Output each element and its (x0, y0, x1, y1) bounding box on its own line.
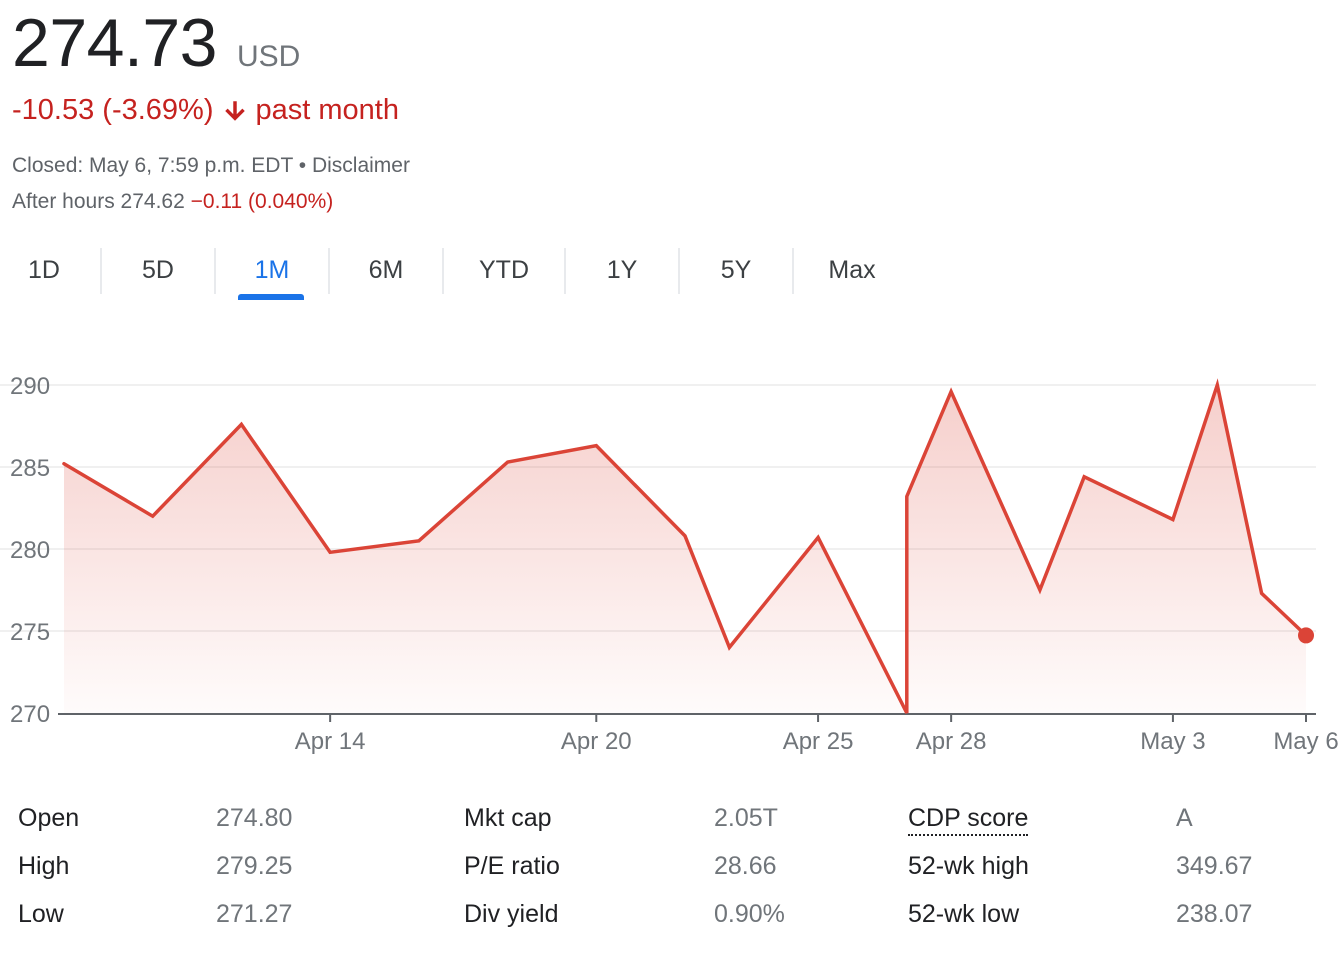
stat-value-52wk-low: 238.07 (1176, 900, 1253, 928)
stat-label-div-yield: Div yield (464, 900, 559, 928)
tab-5y[interactable]: 5Y (692, 244, 780, 296)
stat-value-pe-ratio: 28.66 (714, 852, 777, 880)
data-point (816, 536, 820, 540)
after-hours-change: −0.11 (0.040%) (190, 190, 334, 213)
x-tick-label: May 6 (1273, 728, 1338, 755)
y-tick-label: 280 (10, 537, 50, 564)
stat-label-52wk-high: 52-wk high (908, 852, 1029, 880)
data-point (239, 422, 243, 426)
stat-label-high: High (18, 852, 70, 880)
data-point (62, 462, 66, 466)
price-row: 274.73 USD (12, 2, 300, 84)
stat-value-low: 271.27 (216, 900, 293, 928)
data-point (1082, 475, 1086, 479)
price-change-row: -10.53 (-3.69%) past month (12, 94, 399, 127)
disclaimer-link[interactable]: Disclaimer (312, 154, 410, 177)
y-tick-label: 270 (10, 701, 50, 728)
y-tick-label: 290 (10, 373, 50, 400)
data-point (506, 460, 510, 464)
tab-1d[interactable]: 1D (0, 244, 88, 296)
stat-value-div-yield: 0.90% (714, 900, 785, 928)
tab-divider (442, 248, 444, 294)
status-separator: • (298, 154, 307, 177)
x-tick-label: Apr 25 (783, 728, 854, 755)
tab-divider (564, 248, 566, 294)
market-status: Closed: May 6, 7:59 p.m. EDT • Disclaime… (12, 154, 410, 178)
price-chart[interactable]: 270 275 280 285 290 Apr 14 Apr 20 Apr 25 Apr 28 M… (0, 330, 1342, 770)
tab-divider (100, 248, 102, 294)
tab-1m[interactable]: 1M (228, 244, 316, 296)
data-point (949, 390, 953, 394)
tab-divider (792, 248, 794, 294)
active-tab-indicator (238, 294, 304, 300)
price-change: -10.53 (-3.69%) (12, 94, 214, 126)
stat-value-high: 279.25 (216, 852, 293, 880)
tab-divider (678, 248, 680, 294)
data-point (1260, 591, 1264, 595)
data-point (151, 514, 155, 518)
tab-1y[interactable]: 1Y (578, 244, 666, 296)
after-hours-row: After hours 274.62 −0.11 (0.040%) (12, 190, 333, 214)
data-point (905, 711, 909, 715)
stat-value-open: 274.80 (216, 804, 293, 832)
stat-value-52wk-high: 349.67 (1176, 852, 1253, 880)
tab-divider (328, 248, 330, 294)
currency-label: USD (236, 40, 301, 73)
tab-ytd[interactable]: YTD (456, 244, 552, 296)
x-tick-label: Apr 14 (295, 728, 366, 755)
stat-label-low: Low (18, 900, 64, 928)
stat-value-cdp-score: A (1176, 804, 1193, 832)
x-tick-label: May 3 (1140, 728, 1205, 755)
data-point (328, 550, 332, 554)
data-point (683, 534, 687, 538)
stat-label-52wk-low: 52-wk low (908, 900, 1020, 928)
stat-label-pe-ratio: P/E ratio (464, 852, 560, 880)
data-point (905, 495, 909, 499)
tab-max[interactable]: Max (806, 244, 898, 296)
data-point (417, 539, 421, 543)
y-tick-label: 285 (10, 455, 50, 482)
data-point (594, 444, 598, 448)
stat-label-mkt-cap: Mkt cap (464, 804, 552, 832)
current-price: 274.73 (12, 5, 217, 81)
data-point (1171, 517, 1175, 521)
data-point (1215, 383, 1219, 387)
tab-6m[interactable]: 6M (342, 244, 430, 296)
stat-label-open: Open (18, 804, 80, 832)
x-tick-label: Apr 28 (916, 728, 987, 755)
x-tick-label: Apr 20 (561, 728, 632, 755)
stat-value-mkt-cap: 2.05T (714, 804, 778, 832)
after-hours-price: After hours 274.62 (12, 190, 185, 213)
tab-5d[interactable]: 5D (114, 244, 202, 296)
arrow-down-icon (224, 100, 245, 121)
y-tick-label: 275 (10, 619, 50, 646)
change-period: past month (255, 94, 399, 126)
data-point (727, 645, 731, 649)
last-price-dot (1298, 627, 1314, 644)
tab-divider (214, 248, 216, 294)
data-point (1038, 588, 1042, 592)
closed-status: Closed: May 6, 7:59 p.m. EDT (12, 154, 293, 177)
stat-label-cdp-score[interactable]: CDP score (908, 804, 1029, 836)
